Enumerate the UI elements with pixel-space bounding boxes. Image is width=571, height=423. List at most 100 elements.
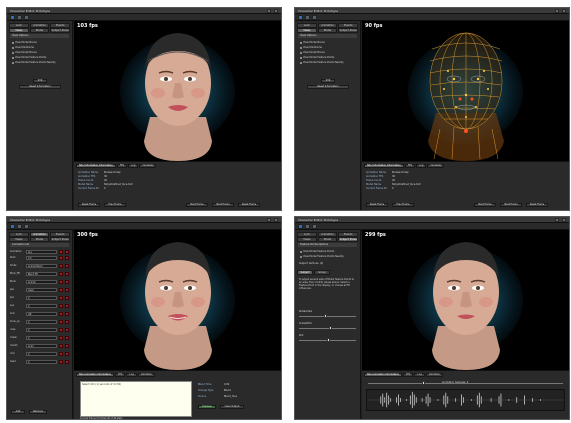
list-item[interactable]: lips 0 [10, 295, 69, 300]
list-item[interactable]: head 0 [10, 359, 69, 364]
tab-site-animation[interactable]: Site Animation Information [76, 373, 115, 377]
tab-log[interactable]: Log [414, 373, 425, 377]
tab-log[interactable]: Log [416, 164, 427, 168]
checkbox-view-wireframe[interactable]: View Wireframe [300, 46, 322, 49]
clear-output-button[interactable]: Clear Output [220, 405, 244, 409]
reset-frame-button[interactable]: Reset Frame [366, 203, 388, 207]
remove-icon[interactable] [59, 327, 63, 332]
edit-icon[interactable] [65, 319, 69, 324]
xyz-button[interactable]: XYZ [33, 79, 47, 83]
tab-site-information[interactable]: Site Information Information [76, 164, 116, 168]
remove-icon[interactable] [59, 319, 63, 324]
tab-site-information[interactable]: Site Information Information [364, 164, 404, 168]
remove-icon[interactable] [59, 303, 63, 308]
audio-waveform[interactable] [366, 389, 565, 411]
reset-frame-button-2[interactable]: Reset Frame [526, 203, 548, 207]
remove-icon[interactable] [59, 271, 63, 276]
settings-icon[interactable] [312, 15, 317, 20]
tab-views[interactable]: Views [9, 237, 29, 242]
remove-button[interactable]: Remove [29, 410, 47, 414]
edit-icon[interactable] [65, 351, 69, 356]
tab-subject-poses[interactable]: Subject Poses [50, 237, 71, 242]
list-item[interactable]: Animation ALL [10, 249, 69, 254]
edit-icon[interactable] [65, 359, 69, 364]
tab-fps[interactable]: FPS [115, 373, 126, 377]
tab-variables[interactable]: Variables [425, 373, 443, 377]
reset-information-button[interactable]: Reset Information [307, 85, 349, 89]
tab-model[interactable]: Model [317, 237, 338, 242]
remove-icon[interactable] [59, 263, 63, 268]
list-item[interactable]: eye 0 [10, 303, 69, 308]
checkbox-view-model-bones-2[interactable]: View Model Bones [300, 51, 325, 54]
tab-log[interactable]: Log [126, 373, 137, 377]
tab-site-animation[interactable]: Site Animation Information [364, 373, 403, 377]
edit-icon[interactable] [65, 263, 69, 268]
edit-icon[interactable] [65, 327, 69, 332]
open-icon[interactable] [10, 224, 15, 229]
list-item[interactable]: blink 0.5 [10, 255, 69, 260]
next-frame-button[interactable]: Next Frame [474, 203, 496, 207]
tab-model[interactable]: Model [29, 28, 50, 33]
tab-group[interactable]: Group [314, 270, 330, 275]
xyz-button[interactable]: XYZ [321, 79, 335, 83]
edit-icon[interactable] [65, 249, 69, 254]
next-frame-button-2[interactable]: Next Frame [212, 203, 234, 207]
tab-fps[interactable]: FPS [116, 164, 128, 168]
checkbox-view-model-bones-2[interactable]: View Model Bones [12, 51, 37, 54]
list-item[interactable]: jaw Open [10, 287, 69, 292]
reset-frame-button[interactable]: Reset Frame [78, 203, 100, 207]
next-frame-button-2[interactable]: Next Frame [500, 203, 522, 207]
remove-icon[interactable] [59, 335, 63, 340]
checkbox-view-wireframe[interactable]: View Wireframe [12, 46, 34, 49]
edit-icon[interactable] [65, 343, 69, 348]
remove-icon[interactable] [59, 359, 63, 364]
settings-icon[interactable] [24, 15, 29, 20]
remove-icon[interactable] [59, 343, 63, 348]
list-item[interactable]: Smile Animal Blend [10, 263, 69, 268]
save-icon[interactable] [17, 224, 22, 229]
open-icon[interactable] [10, 15, 15, 20]
tab-subject-poses[interactable]: Subject Poses [338, 237, 359, 242]
3d-viewport[interactable]: 103 fps [74, 21, 281, 161]
tab-subject-poses[interactable]: Subject Poses [338, 28, 359, 33]
tab-subject-poses[interactable]: Subject Poses [50, 28, 71, 33]
checkbox-view-feature-points-nearby[interactable]: View Model Feature Points Nearby [12, 61, 56, 64]
remove-icon[interactable] [59, 351, 63, 356]
animation-script-editor[interactable]: Select Info (1) seconds of 4 (3/2) [80, 381, 192, 417]
open-icon[interactable] [298, 15, 303, 20]
minimize-icon[interactable] [555, 9, 559, 13]
pitch-slider-handle[interactable] [329, 326, 333, 330]
tab-views[interactable]: Views [297, 237, 317, 242]
list-item[interactable]: Blink_FB Blend FB [10, 271, 69, 276]
reset-frame-button-2[interactable]: Reset Frame [238, 203, 260, 207]
edit-icon[interactable] [65, 255, 69, 260]
list-item[interactable]: Brow Animal [10, 279, 69, 284]
tab-variables[interactable]: Variables [427, 164, 445, 168]
tab-variables[interactable]: Variables [139, 164, 157, 168]
close-icon[interactable] [274, 218, 278, 222]
next-frame-button[interactable]: Next Frame [186, 203, 208, 207]
remove-icon[interactable] [59, 279, 63, 284]
checkbox-view-feature-points-nearby[interactable]: View Model Feature Points Nearby [300, 61, 344, 64]
settings-icon[interactable] [24, 224, 29, 229]
list-item[interactable]: brow_up 0 [10, 319, 69, 324]
list-item[interactable]: chin 0 [10, 351, 69, 356]
open-icon[interactable] [298, 224, 303, 229]
prev-frame-button[interactable]: Prev Frame [104, 203, 126, 207]
checkbox-view-feature-points-nearby[interactable]: View Model Feature Points Nearby [300, 255, 344, 258]
list-item[interactable]: mouth Anim [10, 343, 69, 348]
add-button[interactable]: Add [11, 410, 25, 414]
edit-icon[interactable] [65, 335, 69, 340]
3d-viewport[interactable]: 90 fps [362, 21, 569, 161]
tab-variables[interactable]: Variables [137, 373, 155, 377]
remove-icon[interactable] [59, 311, 63, 316]
settings-icon[interactable] [312, 224, 317, 229]
3d-viewport[interactable]: 300 fps [74, 230, 281, 370]
tab-views[interactable]: Views [9, 28, 29, 33]
timeline-scrubber[interactable] [422, 381, 425, 385]
save-icon[interactable] [305, 15, 310, 20]
remove-icon[interactable] [59, 287, 63, 292]
list-item[interactable]: nose 0 [10, 327, 69, 332]
edit-icon[interactable] [65, 287, 69, 292]
yaw-slider-handle[interactable] [323, 314, 327, 318]
